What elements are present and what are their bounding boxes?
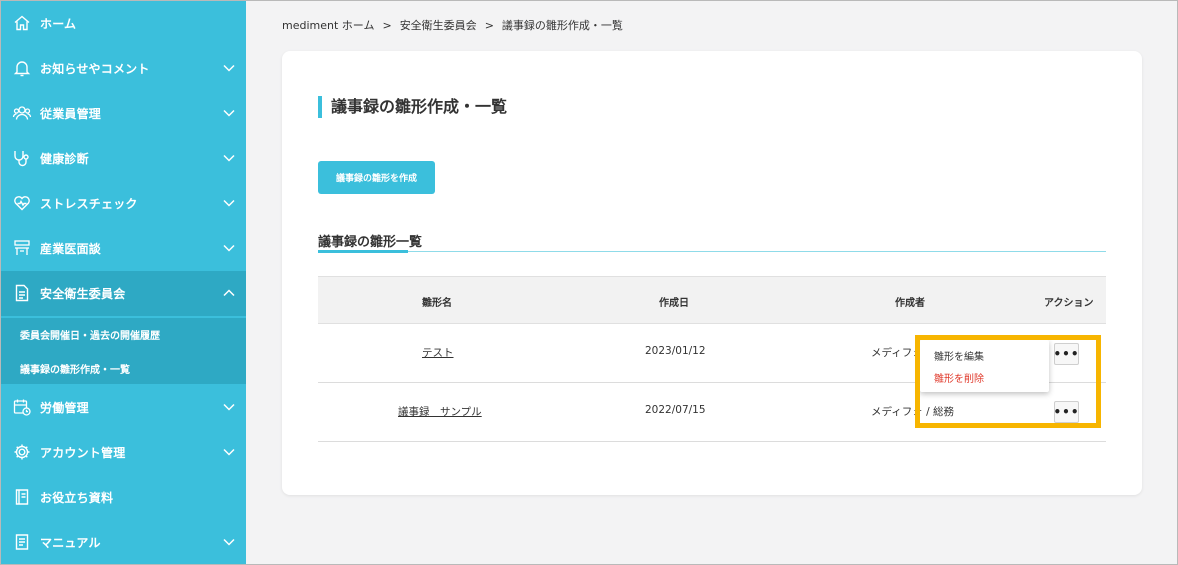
breadcrumb-separator: > [484,19,494,32]
breadcrumb-link-safety-committee[interactable]: 安全衛生委員会 [400,17,477,33]
breadcrumb: mediment ホーム > 安全衛生委員会 > 議事録の雛形作成・一覧 [282,17,623,33]
sidebar-subitem-meeting-history[interactable]: 委員会開催日・過去の開催履歴 [20,327,160,342]
sidebar-item-label: ストレスチェック [40,197,138,211]
sidebar-item-labor-management[interactable]: 労働管理 [1,385,246,430]
sidebar-item-account-management[interactable]: アカウント管理 [1,430,246,475]
created-date: 2023/01/12 [645,345,706,357]
sidebar-item-label: 安全衛生委員会 [40,287,126,301]
edit-template-menu-item[interactable]: 雛形を編集 [934,348,984,363]
delete-template-menu-item[interactable]: 雛形を削除 [934,370,984,385]
sidebar-item-label: アカウント管理 [40,446,126,460]
sidebar-item-label: 健康診断 [40,152,89,166]
calendar-clock-icon [12,397,32,417]
row-actions-menu: 雛形を編集 雛形を削除 [920,340,1049,392]
breadcrumb-separator: > [382,19,392,32]
section-divider-accent [318,250,408,253]
breadcrumb-link-home[interactable]: mediment ホーム [282,17,374,33]
sidebar-item-stress-check[interactable]: ストレスチェック [1,181,246,226]
create-template-button[interactable]: 議事録の雛形を作成 [318,161,435,194]
chevron-down-icon [222,445,236,459]
document-icon [12,283,32,303]
section-title: 議事録の雛形一覧 [318,235,423,250]
sidebar-item-safety-committee[interactable]: 安全衛生委員会 [1,271,246,316]
created-date: 2022/07/15 [645,404,706,416]
heart-icon [12,193,32,213]
gear-icon [12,442,32,462]
chevron-down-icon [222,196,236,210]
bell-icon [12,58,32,78]
sidebar-subitem-minutes-templates[interactable]: 議事録の雛形作成・一覧 [20,361,130,376]
sidebar-item-employees[interactable]: 従業員管理 [1,91,246,136]
chevron-down-icon [222,535,236,549]
author-name: メディフォ [871,347,923,359]
section-divider [318,251,1106,252]
more-actions-button[interactable]: ••• [1054,401,1079,423]
chevron-down-icon [222,400,236,414]
sidebar-item-label: マニュアル [40,536,101,550]
sidebar-item-label: お役立ち資料 [40,491,114,505]
meeting-icon [12,238,32,258]
column-header-author: 作成者 [895,298,925,309]
book-icon [12,487,32,507]
sidebar-item-label: 従業員管理 [40,107,102,121]
sidebar-item-home[interactable]: ホーム [1,1,246,46]
template-name-link[interactable]: 議事録 サンプル [398,404,482,419]
more-actions-button[interactable]: ••• [1054,343,1079,365]
page-title: 議事録の雛形作成・一覧 [318,96,507,118]
chevron-down-icon [222,241,236,255]
sidebar-item-label: お知らせやコメント [40,62,150,76]
column-header-name: 雛形名 [422,298,452,309]
chevron-down-icon [222,61,236,75]
sidebar-item-notices[interactable]: お知らせやコメント [1,46,246,91]
users-icon [12,103,32,123]
sidebar-item-resources[interactable]: お役立ち資料 [1,475,246,520]
chevron-down-icon [222,106,236,120]
sidebar-item-label: 産業医面談 [40,242,102,256]
sidebar-item-manual[interactable]: マニュアル [1,520,246,565]
chevron-down-icon [222,151,236,165]
sidebar-item-label: ホーム [40,17,77,31]
chevron-up-icon [222,286,236,300]
sidebar-item-occupational-doctor[interactable]: 産業医面談 [1,226,246,271]
sidebar-item-health-check[interactable]: 健康診断 [1,136,246,181]
manual-icon [12,532,32,552]
content-card: 議事録の雛形作成・一覧 議事録の雛形を作成 議事録の雛形一覧 雛形名 作成日 作… [282,51,1142,495]
column-header-action: アクション [1044,298,1094,309]
breadcrumb-current: 議事録の雛形作成・一覧 [501,19,623,32]
stethoscope-icon [12,148,32,168]
sidebar-subnav: 委員会開催日・過去の開催履歴 議事録の雛形作成・一覧 [1,318,246,384]
column-header-created: 作成日 [659,298,689,309]
sidebar: ホーム お知らせやコメント 従業員管理 健康診断 ストレスチェック 産業医面談 [1,1,246,564]
sidebar-item-label: 労働管理 [40,401,89,415]
template-name-link[interactable]: テスト [422,345,454,360]
author-name: メディフォ / 総務 [871,406,954,418]
home-icon [12,13,32,33]
table-header: 雛形名 作成日 作成者 アクション [318,276,1106,324]
